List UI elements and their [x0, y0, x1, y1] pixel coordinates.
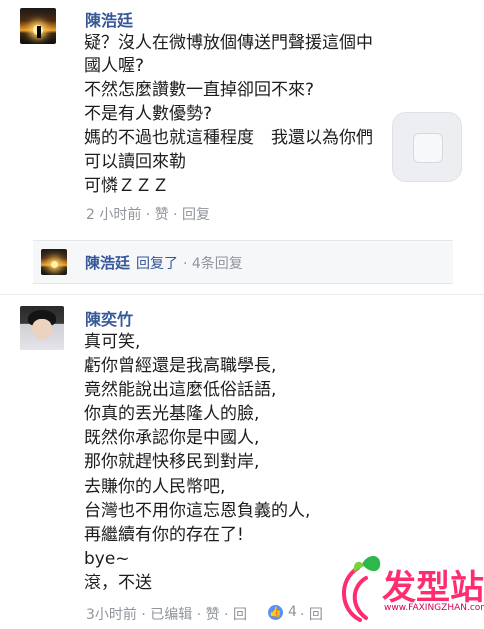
comment-line: 可憐ＺＺＺ: [84, 176, 169, 196]
avatar[interactable]: [20, 306, 64, 350]
watermark-url: www.FAXINGZHAN.com: [384, 603, 484, 613]
like-count[interactable]: 4: [288, 604, 297, 620]
comment-line: 竟然能說出這麼低俗話語,: [84, 380, 277, 400]
comment-line: 你真的丟光基隆人的臉,: [84, 404, 260, 424]
comment-line: 疑？沒人在微博放個傳送門聲援這個中: [84, 33, 373, 53]
comment-author[interactable]: 陳浩廷: [85, 7, 133, 31]
comment-line: 再繼續有你的存在了!: [84, 525, 244, 545]
comment-line: 滾，不送: [84, 573, 152, 593]
comment-line: 台灣也不用你這忘恩負義的人,: [84, 501, 311, 521]
comment-line: 可以讀回來勒: [84, 152, 186, 172]
comment-line: 既然你承認你是中國人,: [84, 428, 260, 448]
figure-silhouette: [36, 25, 41, 38]
reply-author[interactable]: 陳浩廷: [85, 252, 130, 273]
comment-line: 虧你曾經還是我高職學長,: [84, 356, 277, 376]
comment-line: 國人喔?: [84, 56, 145, 76]
face-decoration: [32, 319, 52, 340]
sun-decoration: [51, 261, 58, 269]
like-icon[interactable]: 👍: [268, 605, 283, 620]
avatar: [41, 249, 67, 275]
comment-author[interactable]: 陳奕竹: [85, 306, 133, 330]
reply-count[interactable]: · 4条回复: [183, 253, 243, 273]
reply-action[interactable]: 回复了: [136, 253, 178, 273]
watermark-brand: 发型站: [382, 568, 484, 608]
comment-line: 去賺你的人民幣吧,: [84, 477, 226, 497]
divider: [0, 294, 484, 295]
comment-line: 不然怎麼讚數一直掉卻回不來?: [84, 80, 315, 100]
comment-line: bye~: [84, 549, 130, 569]
comment-meta[interactable]: 2 小时前 · 赞 · 回复: [86, 204, 210, 224]
overlay-icon: [413, 133, 443, 163]
avatar[interactable]: [20, 8, 56, 44]
comment-line: 不是有人數優勢?: [84, 104, 213, 124]
comment-line: 媽的不過也就這種程度 我還以為你們: [84, 128, 373, 148]
floating-overlay-button[interactable]: [392, 112, 462, 182]
comment-meta[interactable]: 3小时前 · 已编辑 · 赞 · 回: [86, 604, 247, 624]
comment-line: 那你就趕快移民到對岸,: [84, 452, 260, 472]
reply-summary-row[interactable]: 陳浩廷 回复了 · 4条回复: [33, 240, 453, 284]
comment-line: 真可笑,: [84, 332, 141, 352]
